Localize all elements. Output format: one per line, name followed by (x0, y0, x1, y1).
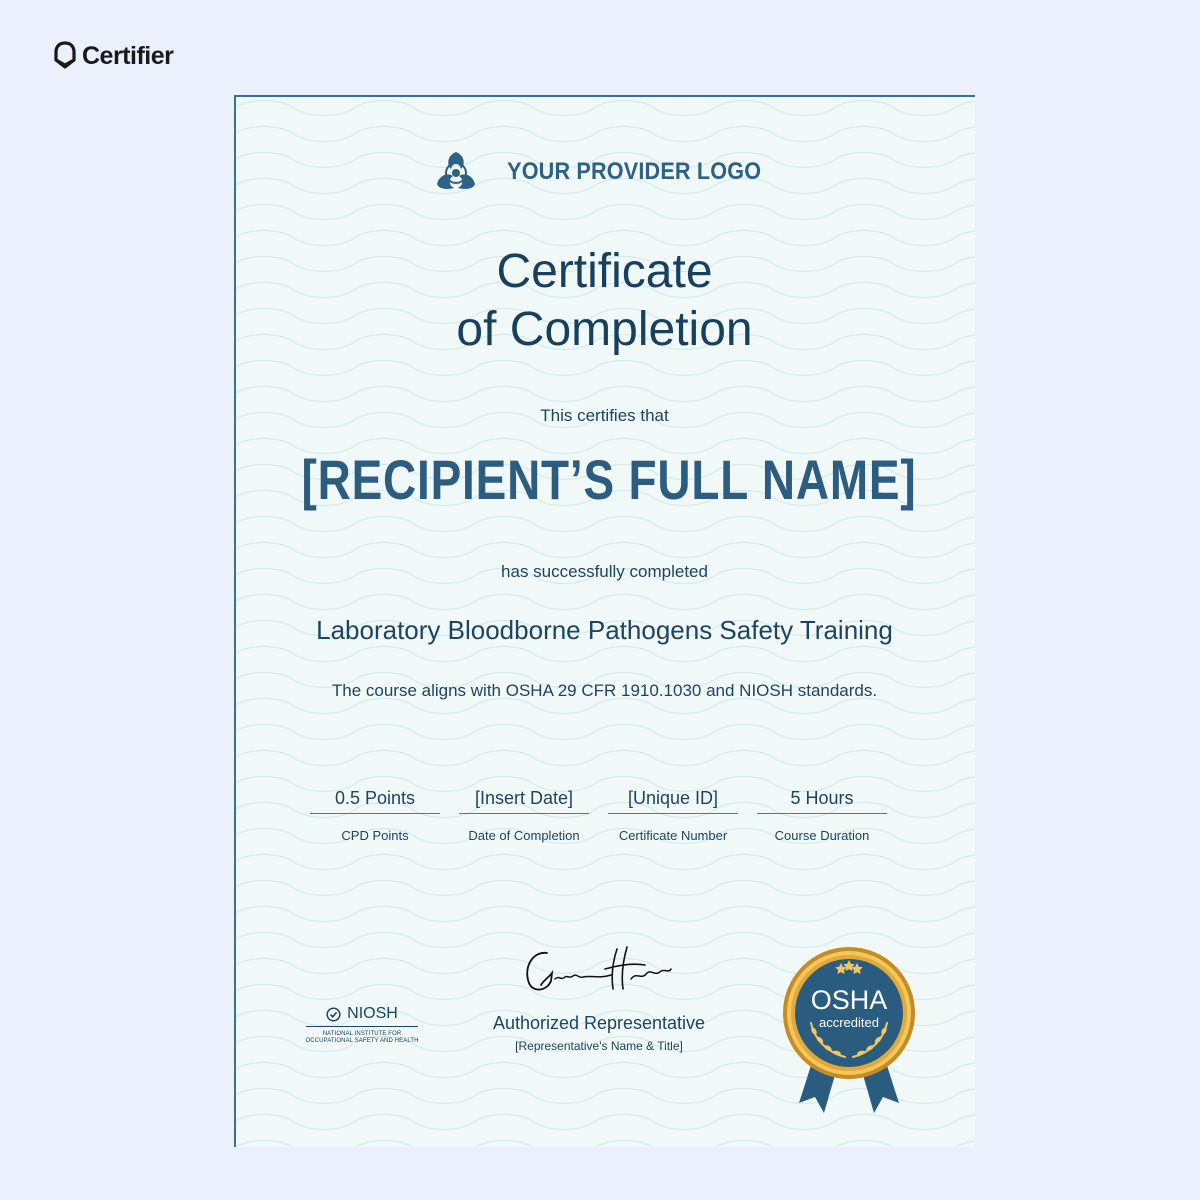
seal-title: OSHA (811, 985, 888, 1015)
recipient-name: [RECIPIENT’S FULL NAME] (301, 448, 917, 511)
field-label: Course Duration (774, 828, 870, 843)
certifier-shield-icon (54, 41, 76, 69)
alignment-text: The course aligns with OSHA 29 CFR 1910.… (331, 681, 878, 700)
field-label: Date of Completion (468, 828, 580, 843)
field-label: CPD Points (341, 828, 409, 843)
field-value: [Unique ID] (608, 785, 738, 814)
signature-subtitle: [Representative's Name & Title] (515, 1039, 683, 1053)
signature-title: Authorized Representative (492, 1013, 706, 1033)
field-certificate-number: [Unique ID] Certificate Number (608, 785, 738, 843)
biohazard-icon (437, 152, 476, 189)
certifier-brand: Certifier (52, 40, 174, 72)
field-value: [Insert Date] (459, 785, 589, 814)
field-date-of-completion: [Insert Date] Date of Completion (459, 785, 589, 843)
title-line-2: of Completion (456, 303, 753, 356)
osha-accredited-seal: OSHA accredited (783, 947, 915, 1113)
field-value: 5 Hours (757, 785, 887, 814)
field-value: 0.5 Points (310, 785, 440, 814)
recipient-name-wrap: [RECIPIENT’S FULL NAME] (234, 447, 975, 512)
niosh-subtitle-line-2: OCCUPATIONAL SAFETY AND HEALTH (305, 1038, 419, 1044)
title-line-1: Certificate (496, 245, 713, 298)
signature-image (526, 946, 672, 991)
provider-logo: YOUR PROVIDER LOGO (234, 150, 975, 194)
niosh-name: NIOSH (347, 1005, 398, 1022)
field-label: Certificate Number (618, 828, 728, 843)
niosh-subtitle-line-1: NATIONAL INSTITUTE FOR (322, 1031, 402, 1037)
completed-text: has successfully completed (501, 562, 708, 581)
certifies-text: This certifies that (540, 406, 669, 425)
brand-name: Certifier (82, 41, 174, 70)
seal-subtitle: accredited (819, 1015, 879, 1030)
certificate-title: Certificate of Completion (234, 243, 975, 359)
check-circle-icon (326, 1006, 341, 1022)
certificate-paper: YOUR PROVIDER LOGO Certificate of Comple… (234, 95, 975, 1147)
field-cpd-points: 0.5 Points CPD Points (310, 785, 440, 843)
provider-logo-text: YOUR PROVIDER LOGO (507, 158, 762, 185)
course-name: Laboratory Bloodborne Pathogens Safety T… (316, 615, 893, 645)
niosh-logo: NIOSH NATIONAL INSTITUTE FOR OCCUPATIONA… (302, 1005, 422, 1045)
field-course-duration: 5 Hours Course Duration (757, 785, 887, 843)
